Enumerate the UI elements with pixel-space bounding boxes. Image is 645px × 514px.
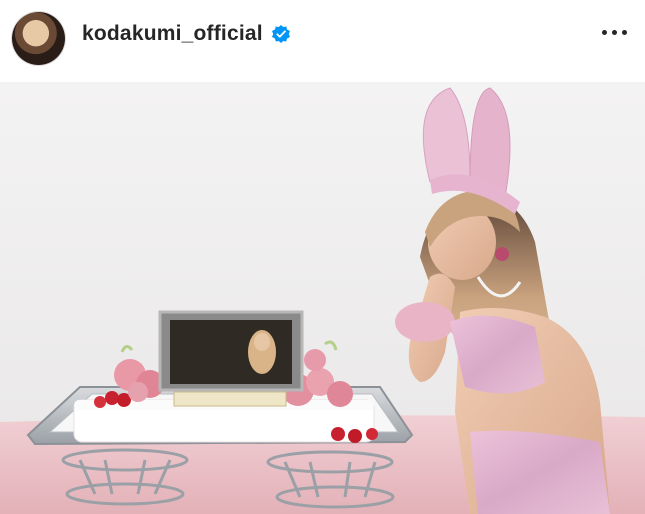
profile-avatar[interactable]: [12, 12, 65, 65]
username-link[interactable]: kodakumi_official: [82, 22, 263, 46]
verified-badge-icon: [271, 25, 290, 43]
post-header: kodakumi_official: [0, 0, 645, 82]
photo-illustration: [0, 82, 645, 514]
more-options-button[interactable]: [602, 30, 627, 35]
more-dot-icon: [612, 30, 617, 35]
post-photo[interactable]: [0, 82, 645, 514]
more-dot-icon: [622, 30, 627, 35]
more-dot-icon: [602, 30, 607, 35]
username-row: kodakumi_official: [82, 22, 291, 46]
